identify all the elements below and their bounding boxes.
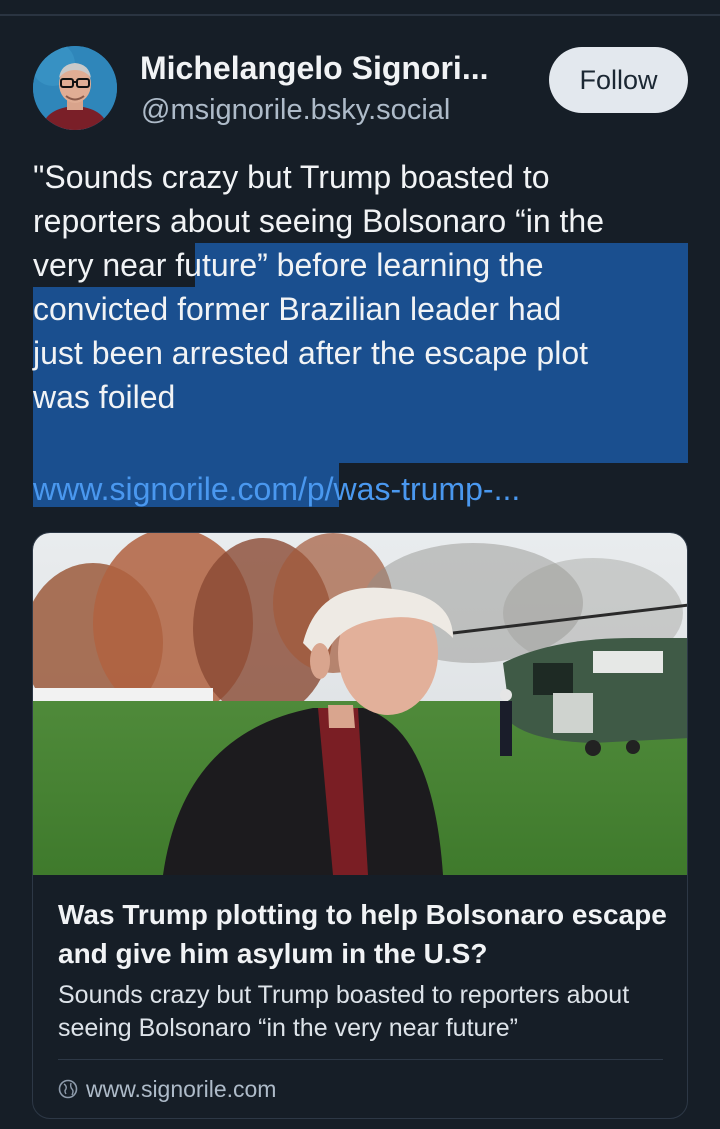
link-preview-card[interactable]: Was Trump plotting to help Bolsonaro esc… bbox=[32, 532, 688, 1119]
post-text-line: "Sounds crazy but Trump boasted to bbox=[33, 159, 550, 195]
post-text-line: was foiled bbox=[33, 379, 176, 415]
news-photo-icon bbox=[33, 533, 687, 875]
post-text-line: very near future” before learning the bbox=[33, 247, 544, 283]
avatar[interactable] bbox=[33, 46, 117, 130]
globe-icon bbox=[58, 1079, 78, 1099]
card-description: Sounds crazy but Trump boasted to report… bbox=[58, 981, 630, 1042]
profile-photo-icon bbox=[33, 46, 117, 130]
card-title: Was Trump plotting to help Bolsonaro esc… bbox=[58, 899, 667, 969]
author-display-name[interactable]: Michelangelo Signori... bbox=[140, 50, 535, 87]
top-divider bbox=[0, 14, 720, 16]
card-divider bbox=[58, 1059, 663, 1060]
post-text-line: just been arrested after the escape plot bbox=[33, 335, 589, 371]
post-text-line: convicted former Brazilian leader had bbox=[33, 291, 562, 327]
author-handle[interactable]: @msignorile.bsky.social bbox=[141, 94, 450, 127]
post-link[interactable]: www.signorile.com/p/was-trump-... bbox=[33, 467, 520, 511]
post-text-line: reporters about seeing Bolsonaro “in the bbox=[33, 203, 605, 239]
card-domain: www.signorile.com bbox=[86, 1075, 277, 1102]
card-domain-row: www.signorile.com bbox=[58, 1073, 276, 1105]
post-text: "Sounds crazy but Trump boasted to repor… bbox=[33, 155, 701, 419]
follow-button[interactable]: Follow bbox=[549, 47, 688, 113]
